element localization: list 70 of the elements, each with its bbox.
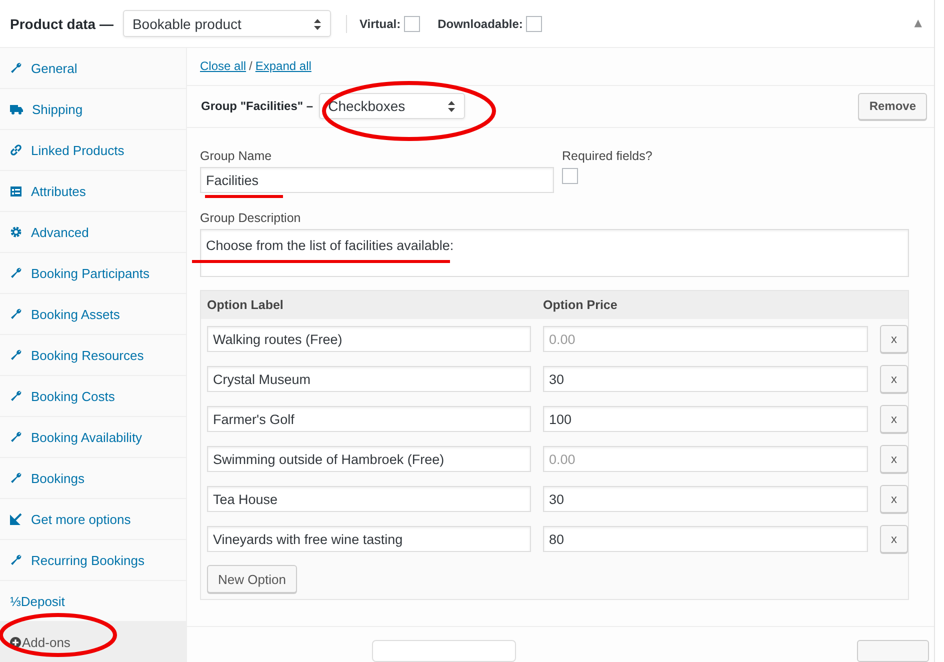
- button[interactable]: [857, 640, 929, 662]
- group-name-label: Group Name: [200, 148, 273, 164]
- remove-option-button[interactable]: x: [880, 525, 908, 553]
- select-arrows-icon: [314, 18, 322, 30]
- sidebar-tab[interactable]: Shipping: [0, 89, 186, 130]
- gear-icon: [10, 226, 22, 238]
- group-title: Group "Facilities" –: [201, 99, 314, 114]
- column-header: Option Label: [207, 298, 284, 312]
- wrench-icon: [10, 62, 22, 74]
- remove-option-button[interactable]: x: [880, 405, 908, 433]
- arrow-icon: [10, 513, 22, 525]
- downloadable-checkbox[interactable]: [526, 16, 542, 32]
- wrench-icon: [10, 267, 22, 279]
- remove-option-button[interactable]: x: [880, 445, 908, 473]
- option-label-field[interactable]: Crystal Museum: [207, 366, 531, 392]
- sidebar-tab[interactable]: Booking Costs: [0, 376, 186, 417]
- downloadable-label: Downloadable:: [438, 16, 523, 30]
- wrench-icon: [10, 554, 22, 566]
- option-label-field[interactable]: Swimming outside of Hambroek (Free): [207, 446, 531, 472]
- plus-circle-icon: [10, 636, 21, 648]
- wrench-icon: [10, 308, 22, 320]
- group-description-field[interactable]: Choose from the list of facilities available:: [200, 229, 909, 277]
- wrench-icon: [10, 349, 22, 361]
- option-price-field[interactable]: 100: [543, 406, 868, 432]
- select-arrows-icon: [448, 101, 456, 112]
- remove-option-button[interactable]: x: [880, 365, 908, 393]
- link-icon: [10, 144, 22, 156]
- sidebar-tab[interactable]: Booking Availability: [0, 417, 186, 458]
- required-label: Required fields?: [562, 148, 652, 164]
- column-header: Option Price: [543, 298, 618, 312]
- remove-option-button[interactable]: x: [880, 485, 908, 513]
- sidebar-tab[interactable]: Linked Products: [0, 130, 186, 171]
- virtual-label: Virtual:: [359, 16, 401, 30]
- sidebar-tab[interactable]: Attributes: [0, 171, 186, 212]
- product-type-select[interactable]: Bookable product: [123, 10, 332, 37]
- group-type-select[interactable]: Checkboxes: [319, 93, 466, 120]
- sidebar-tab[interactable]: Add-ons: [0, 622, 186, 662]
- wrench-icon: [10, 431, 22, 443]
- virtual-checkbox[interactable]: [404, 16, 420, 32]
- expand-all-link[interactable]: Expand all: [255, 59, 312, 74]
- required-checkbox[interactable]: [562, 168, 578, 184]
- option-label-field[interactable]: Walking routes (Free): [207, 326, 531, 352]
- sidebar-tab[interactable]: Bookings: [0, 458, 186, 499]
- sidebar-tab[interactable]: Advanced: [0, 212, 186, 253]
- sidebar-tab[interactable]: General: [0, 48, 186, 89]
- option-price-field[interactable]: 30: [543, 486, 868, 512]
- sidebar-tab[interactable]: Recurring Bookings: [0, 540, 186, 581]
- sidebar-tab[interactable]: Booking Participants: [0, 253, 186, 294]
- sidebar-tab[interactable]: Booking Assets: [0, 294, 186, 335]
- select-field[interactable]: [372, 640, 516, 662]
- option-label-field[interactable]: Vineyards with free wine tasting: [207, 526, 531, 552]
- sidebar-tab[interactable]: Booking Resources: [0, 335, 186, 376]
- collapse-toggle[interactable]: ▲: [914, 18, 922, 29]
- group-description-label: Group Description: [200, 210, 302, 226]
- remove-button[interactable]: Remove: [858, 92, 927, 120]
- panel-title: Product data —: [10, 16, 114, 32]
- list-icon: [10, 186, 22, 196]
- option-label-field[interactable]: Farmer's Golf: [207, 406, 531, 432]
- sidebar-tab[interactable]: Get more options: [0, 499, 186, 540]
- option-price-field[interactable]: 80: [543, 526, 868, 552]
- truck-icon: [10, 104, 23, 114]
- group-name-field[interactable]: Facilities: [200, 167, 554, 193]
- wrench-icon: [10, 472, 22, 484]
- close-all-link[interactable]: Close all: [200, 59, 246, 74]
- remove-option-button[interactable]: x: [880, 325, 908, 353]
- link-separator: /: [249, 59, 252, 74]
- wrench-icon: [10, 390, 22, 402]
- option-price-field[interactable]: 30: [543, 366, 868, 392]
- new-option-button[interactable]: New Option: [207, 565, 297, 593]
- option-label-field[interactable]: Tea House: [207, 486, 531, 512]
